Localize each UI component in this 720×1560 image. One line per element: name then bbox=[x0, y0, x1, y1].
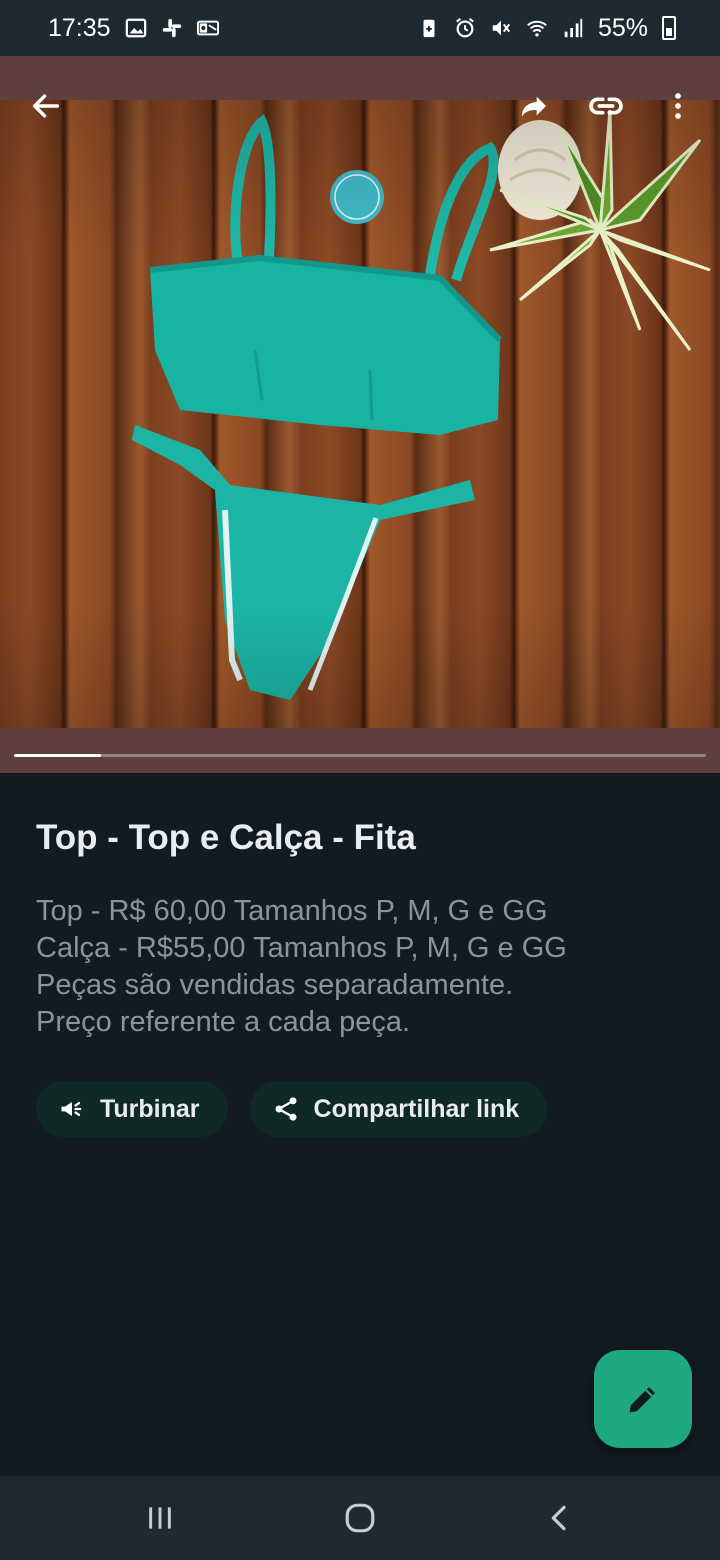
link-button[interactable] bbox=[584, 84, 628, 128]
forward-icon bbox=[522, 96, 546, 117]
edit-fab[interactable] bbox=[594, 1350, 692, 1448]
battery-saver-icon bbox=[423, 19, 435, 38]
status-time: 17:35 bbox=[48, 13, 111, 42]
recents-icon bbox=[149, 1507, 171, 1529]
pencil-icon bbox=[629, 1387, 655, 1413]
mute-icon bbox=[492, 20, 511, 36]
description-line: Calça - R$55,00 Tamanhos P, M, G e GG bbox=[36, 932, 567, 964]
home-icon bbox=[345, 1503, 375, 1533]
media-progress-fill bbox=[14, 754, 101, 757]
share-label: Compartilhar link bbox=[313, 1094, 520, 1123]
gallery-icon bbox=[125, 18, 146, 38]
status-left: 17:35 bbox=[48, 14, 219, 43]
back-button[interactable] bbox=[24, 84, 68, 128]
outlook-icon bbox=[196, 20, 219, 36]
description-line: Preço referente a cada peça. bbox=[36, 1006, 411, 1038]
media-progress-track bbox=[14, 754, 706, 757]
recents-button[interactable] bbox=[130, 1488, 190, 1548]
action-chips: Turbinar Compartilhar link bbox=[36, 1081, 686, 1137]
alarm-icon bbox=[456, 18, 474, 38]
product-details: Top - Top e Calça - Fita Top - R$ 60,00 … bbox=[36, 773, 686, 1137]
nav-back-button[interactable] bbox=[530, 1488, 590, 1548]
product-title: Top - Top e Calça - Fita bbox=[36, 818, 416, 857]
signal-icon bbox=[564, 18, 583, 38]
status-bar: 17:35 55% bbox=[0, 0, 720, 56]
home-button[interactable] bbox=[330, 1488, 390, 1548]
status-right: 55% bbox=[418, 14, 676, 43]
slack-icon bbox=[162, 18, 181, 38]
boost-label: Turbinar bbox=[100, 1094, 200, 1123]
more-options-button[interactable] bbox=[656, 84, 700, 128]
media-actions bbox=[512, 84, 700, 128]
forward-button[interactable] bbox=[512, 84, 556, 128]
back-arrow-icon bbox=[32, 94, 60, 118]
share-link-button[interactable]: Compartilhar link bbox=[249, 1081, 548, 1137]
photo-shade bbox=[0, 100, 720, 728]
product-description: Top - R$ 60,00 Tamanhos P, M, G e GG Cal… bbox=[36, 893, 686, 1041]
wifi-icon bbox=[527, 20, 547, 37]
product-photo[interactable] bbox=[0, 100, 720, 728]
media-top-bar bbox=[0, 56, 720, 156]
share-icon bbox=[275, 1097, 297, 1121]
boost-button[interactable]: Turbinar bbox=[36, 1081, 228, 1137]
product-media[interactable] bbox=[0, 56, 720, 773]
system-nav-bar bbox=[0, 1476, 720, 1560]
description-line: Peças são vendidas separadamente. bbox=[36, 969, 514, 1001]
back-icon bbox=[551, 1505, 566, 1531]
battery-icon bbox=[662, 16, 676, 40]
more-options-icon bbox=[675, 93, 681, 119]
description-line: Top - R$ 60,00 Tamanhos P, M, G e GG bbox=[36, 895, 548, 927]
link-icon bbox=[589, 97, 623, 115]
megaphone-icon bbox=[61, 1102, 82, 1116]
battery-percent: 55% bbox=[597, 13, 648, 42]
